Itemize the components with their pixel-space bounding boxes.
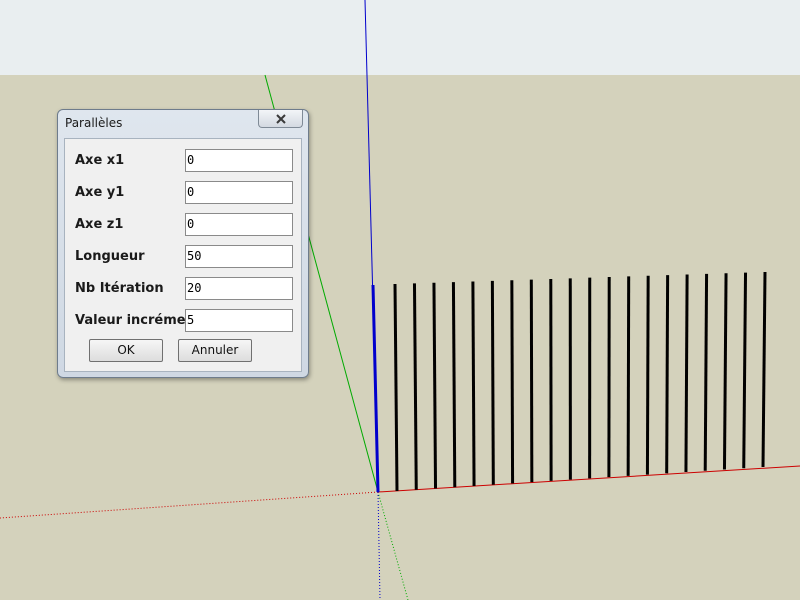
parallel-line [471, 281, 476, 486]
parallel-line [645, 275, 650, 475]
parallel-line [684, 274, 689, 473]
parallel-line [703, 273, 709, 471]
parallel-line [529, 279, 534, 483]
dialog-title: Parallèles [65, 116, 123, 130]
longueur-label: Longueur [75, 249, 145, 264]
close-button[interactable] [258, 110, 303, 128]
axe-y1-label: Axe y1 [75, 185, 125, 200]
longueur-input[interactable]: 50 [185, 245, 293, 268]
axe-x1-label: Axe x1 [75, 153, 125, 168]
parallel-line [412, 283, 418, 490]
sky [0, 0, 800, 75]
dialog-body: Axe x1 0 Axe y1 0 Axe z1 0 Longueur 50 N… [64, 138, 302, 372]
cancel-button[interactable]: Annuler [178, 339, 252, 362]
parallel-line [451, 282, 457, 488]
parallel-line [742, 272, 748, 469]
parallel-line [393, 283, 399, 492]
parallel-line [722, 273, 728, 470]
close-icon [275, 113, 286, 124]
parallel-line [510, 280, 515, 484]
parallels-dialog: Parallèles Axe x1 0 Axe y1 0 Axe z1 0 Lo… [57, 109, 309, 378]
parallel-line [626, 276, 631, 476]
axe-y1-input[interactable]: 0 [185, 181, 293, 204]
axe-z1-input[interactable]: 0 [185, 213, 293, 236]
dialog-titlebar[interactable]: Parallèles [58, 110, 308, 136]
valeur-increment-input[interactable]: 5 [185, 309, 293, 332]
3d-viewport[interactable]: Parallèles Axe x1 0 Axe y1 0 Axe z1 0 Lo… [0, 0, 800, 600]
nb-iteration-label: Nb Itération [75, 281, 164, 296]
nb-iteration-input[interactable]: 20 [185, 277, 293, 300]
valeur-increment-label: Valeur incrément [75, 313, 202, 328]
parallel-line [490, 280, 495, 485]
axe-z1-label: Axe z1 [75, 217, 124, 232]
parallel-line [432, 282, 438, 489]
axe-x1-input[interactable]: 0 [185, 149, 293, 172]
parallel-line [761, 271, 767, 468]
parallel-line [665, 275, 670, 474]
ok-button[interactable]: OK [89, 339, 163, 362]
